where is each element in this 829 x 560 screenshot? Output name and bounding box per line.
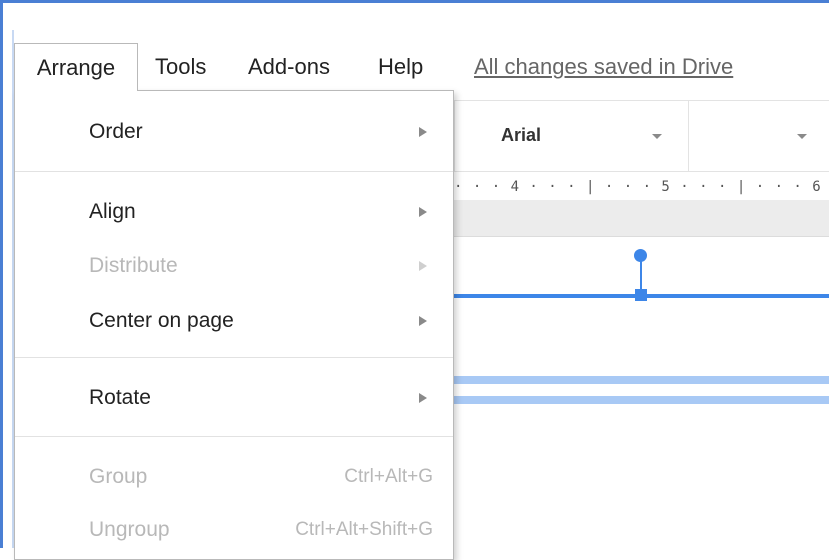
menu-item-ungroup[interactable]: Ungroup Ctrl+Alt+Shift+G: [15, 511, 453, 551]
window-left-border: [0, 0, 3, 548]
menu-item-rotate[interactable]: Rotate: [15, 379, 453, 419]
menu-item-label: Group: [89, 465, 148, 488]
submenu-arrow-icon: [419, 316, 427, 326]
horizontal-ruler[interactable]: · · · 4 · · · | · · · 5 · · · | · · · 6 …: [454, 174, 829, 200]
menu-help[interactable]: Help: [378, 43, 423, 91]
menu-item-label: Order: [89, 120, 143, 143]
menu-tools[interactable]: Tools: [155, 43, 206, 91]
rotation-handle[interactable]: [634, 249, 647, 262]
menu-item-center-on-page[interactable]: Center on page: [15, 302, 453, 342]
resize-handle[interactable]: [635, 289, 647, 301]
font-family-value: Arial: [501, 125, 542, 145]
menu-separator: [15, 171, 453, 172]
rotation-handle-stem: [640, 257, 642, 291]
menu-item-distribute[interactable]: Distribute: [15, 247, 453, 287]
save-status-link[interactable]: All changes saved in Drive: [474, 43, 733, 91]
window-top-border: [0, 0, 829, 3]
shape-line[interactable]: [454, 376, 829, 384]
font-size-dropdown[interactable]: [689, 101, 829, 171]
menu-item-label: Ungroup: [89, 518, 170, 541]
menu-arrange[interactable]: Arrange: [14, 43, 138, 91]
menu-add-ons[interactable]: Add-ons: [248, 43, 330, 91]
submenu-arrow-icon: [419, 261, 427, 271]
font-family-dropdown[interactable]: Arial: [455, 101, 688, 171]
menu-item-label: Center on page: [89, 309, 234, 332]
menu-item-label: Align: [89, 200, 136, 223]
menu-item-shortcut: Ctrl+Alt+G: [344, 466, 433, 487]
submenu-arrow-icon: [419, 207, 427, 217]
menu-item-label: Distribute: [89, 254, 178, 277]
menu-item-order[interactable]: Order: [15, 113, 453, 153]
ruler-band: [454, 200, 829, 237]
chevron-down-icon: [652, 134, 662, 139]
arrange-menu: Order Align Distribute Center on page Ro…: [14, 90, 454, 560]
menu-item-align[interactable]: Align: [15, 193, 453, 233]
shape-line[interactable]: [454, 396, 829, 404]
menu-item-label: Rotate: [89, 386, 151, 409]
menu-separator: [15, 436, 453, 437]
chevron-down-icon: [797, 134, 807, 139]
submenu-arrow-icon: [419, 393, 427, 403]
menu-item-shortcut: Ctrl+Alt+Shift+G: [295, 519, 433, 540]
menu-separator: [15, 357, 453, 358]
formatting-toolbar: Arial: [454, 100, 829, 172]
submenu-arrow-icon: [419, 127, 427, 137]
menu-item-group[interactable]: Group Ctrl+Alt+G: [15, 458, 453, 498]
